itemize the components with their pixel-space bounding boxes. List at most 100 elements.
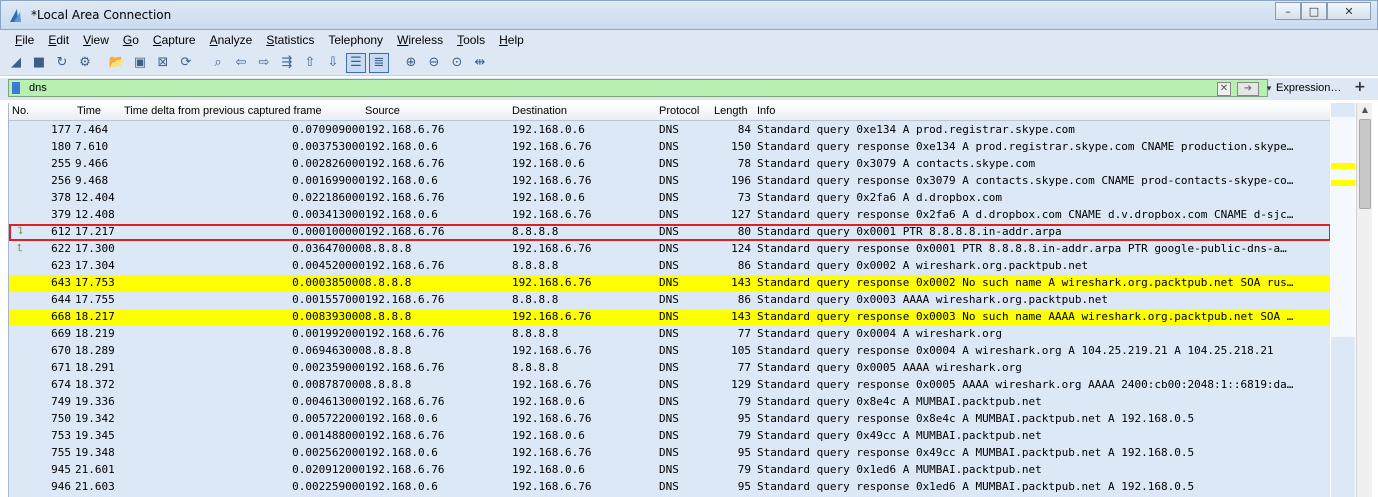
packet-row[interactable]: 177 7.464 0.070909000 192.168.6.76 192.168.0… bbox=[9, 122, 1330, 139]
packet-row[interactable]: 379 12.408 0.003413000 192.168.0.6 192.168.6… bbox=[9, 207, 1330, 224]
packet-row[interactable]: 753 19.345 0.001488000 192.168.6.76 192.168.… bbox=[9, 428, 1330, 445]
close-button[interactable]: ✕ bbox=[1327, 2, 1371, 20]
packet-cell-len: 79 bbox=[737, 463, 751, 476]
scroll-up-icon[interactable]: ▲ bbox=[1357, 103, 1373, 117]
menu-edit[interactable]: Edit bbox=[41, 30, 76, 50]
packet-row[interactable]: 671 18.291 0.002359000 192.168.6.76 8.8.8.8 D… bbox=[9, 360, 1330, 377]
reload-icon[interactable]: ⟳ bbox=[176, 53, 196, 73]
packet-cell-info: Standard query 0x49cc A MUMBAI.packtpub.… bbox=[757, 429, 1042, 442]
menu-view[interactable]: View bbox=[76, 30, 116, 50]
packet-row[interactable]: 644 17.755 0.001557000 192.168.6.76 8.8.8.8 D… bbox=[9, 292, 1330, 309]
go-back-icon[interactable]: ⇦ bbox=[231, 53, 251, 73]
packet-list[interactable]: No. Time Time delta from previous captur… bbox=[8, 103, 1330, 497]
packet-cell-delta: 0.002826000 bbox=[292, 157, 365, 170]
options-gear-icon[interactable]: ⚙ bbox=[75, 53, 95, 73]
packet-cell-dst: 192.168.6.76 bbox=[512, 310, 592, 323]
resize-columns-icon[interactable]: ⇹ bbox=[470, 53, 490, 73]
menu-label: ile bbox=[22, 33, 35, 47]
packet-row-selected[interactable]: 612 17.217 0.000100000 192.168.6.76 8.8.8.8 D… bbox=[9, 224, 1330, 241]
packet-row[interactable]: 622 17.300 0.036470000 8.8.8.8 192.168.6.76 D… bbox=[9, 241, 1330, 258]
packet-row[interactable]: 256 9.468 0.001699000 192.168.0.6 192.168.6.… bbox=[9, 173, 1330, 190]
menu-wireless[interactable]: Wireless bbox=[390, 30, 450, 50]
menu-statistics[interactable]: Statistics bbox=[259, 30, 321, 50]
packet-cell-len: 105 bbox=[731, 344, 751, 357]
menu-analyze[interactable]: Analyze bbox=[203, 30, 260, 50]
open-file-icon[interactable]: 📂 bbox=[107, 53, 127, 73]
menu-file[interactable]: File bbox=[8, 30, 41, 50]
menu-capture[interactable]: Capture bbox=[146, 30, 203, 50]
packet-row[interactable]: 668 18.217 0.008393000 8.8.8.8 192.168.6.76 D… bbox=[9, 309, 1330, 326]
expression-button[interactable]: Expression… bbox=[1276, 82, 1341, 94]
packet-cell-delta: 0.008787000 bbox=[292, 378, 365, 391]
find-icon[interactable]: ⌕ bbox=[208, 53, 228, 73]
stop-icon[interactable]: ■ bbox=[29, 53, 49, 73]
packet-row[interactable]: 670 18.289 0.069463000 8.8.8.8 192.168.6.76 D… bbox=[9, 343, 1330, 360]
filter-history-chevron-down-icon[interactable]: ▾ bbox=[1263, 82, 1275, 96]
scroll-thumb[interactable] bbox=[1359, 119, 1371, 209]
packet-row[interactable]: 378 12.404 0.022186000 192.168.6.76 192.168.… bbox=[9, 190, 1330, 207]
zoom-normal-icon[interactable]: ⊙ bbox=[447, 53, 467, 73]
packet-row[interactable]: 643 17.753 0.000385000 8.8.8.8 192.168.6.76 D… bbox=[9, 275, 1330, 292]
go-forward-icon[interactable]: ⇨ bbox=[254, 53, 274, 73]
column-header-time[interactable]: Time bbox=[77, 105, 101, 117]
clear-filter-icon[interactable]: ✕ bbox=[1217, 82, 1231, 96]
save-file-icon[interactable]: ▣ bbox=[130, 53, 150, 73]
packet-cell-proto: DNS bbox=[659, 361, 679, 374]
apply-filter-icon[interactable]: ➜ bbox=[1237, 82, 1259, 96]
go-last-icon[interactable]: ⇩ bbox=[323, 53, 343, 73]
packet-cell-proto: DNS bbox=[659, 157, 679, 170]
packet-cell-src: 8.8.8.8 bbox=[365, 344, 412, 357]
packet-cell-src: 192.168.6.76 bbox=[365, 327, 445, 340]
menu-accelerator: H bbox=[499, 33, 508, 47]
packet-row[interactable]: 945 21.601 0.020912000 192.168.6.76 192.168.… bbox=[9, 462, 1330, 479]
menu-help[interactable]: Help bbox=[492, 30, 531, 50]
menu-go[interactable]: Go bbox=[116, 30, 146, 50]
add-filter-button[interactable]: + bbox=[1354, 79, 1366, 95]
packet-cell-len: 78 bbox=[737, 157, 751, 170]
column-header-destination[interactable]: Destination bbox=[512, 105, 567, 117]
zoom-in-icon[interactable]: ⊕ bbox=[401, 53, 421, 73]
packet-cell-info: Standard query 0x0002 A wireshark.org.pa… bbox=[757, 259, 1089, 272]
packet-cell-time: 18.219 bbox=[75, 327, 115, 340]
packet-row[interactable]: 180 7.610 0.003753000 192.168.0.6 192.168.6.… bbox=[9, 139, 1330, 156]
display-filter-input[interactable]: dns ✕ ➜ ▾ bbox=[8, 79, 1271, 97]
packet-row[interactable]: 750 19.342 0.005722000 192.168.0.6 192.168.6… bbox=[9, 411, 1330, 428]
packet-row[interactable]: 669 18.219 0.001992000 192.168.6.76 8.8.8.8 D… bbox=[9, 326, 1330, 343]
menu-tools[interactable]: Tools bbox=[450, 30, 492, 50]
packet-row[interactable]: 623 17.304 0.004520000 192.168.6.76 8.8.8.8 D… bbox=[9, 258, 1330, 275]
packet-cell-time: 12.408 bbox=[75, 208, 115, 221]
menu-telephony[interactable]: Telephony bbox=[321, 30, 390, 50]
packet-cell-proto: DNS bbox=[659, 480, 679, 493]
packet-cell-info: Standard query response 0x3079 A contact… bbox=[757, 174, 1294, 187]
go-first-icon[interactable]: ⇧ bbox=[300, 53, 320, 73]
column-header-no[interactable]: No. bbox=[12, 105, 29, 117]
close-file-icon[interactable]: ⊠ bbox=[153, 53, 173, 73]
column-header-delta[interactable]: Time delta from previous captured frame bbox=[124, 105, 322, 117]
packet-row[interactable]: 755 19.348 0.002562000 192.168.0.6 192.168.6… bbox=[9, 445, 1330, 462]
column-header-length[interactable]: Length bbox=[714, 105, 748, 117]
vertical-scrollbar[interactable]: ▲ bbox=[1356, 103, 1372, 497]
minimize-button[interactable]: – bbox=[1275, 2, 1301, 20]
packet-minimap[interactable] bbox=[1331, 103, 1355, 497]
column-header-protocol[interactable]: Protocol bbox=[659, 105, 699, 117]
packet-row[interactable]: 674 18.372 0.008787000 8.8.8.8 192.168.6.76 D… bbox=[9, 377, 1330, 394]
packet-cell-no: 379 bbox=[51, 208, 71, 221]
restart-icon[interactable]: ↻ bbox=[52, 53, 72, 73]
autoscroll-icon[interactable]: ☰ bbox=[346, 52, 366, 73]
go-to-packet-icon[interactable]: ⇶ bbox=[277, 53, 297, 73]
packet-cell-len: 79 bbox=[737, 395, 751, 408]
packet-row[interactable]: 749 19.336 0.004613000 192.168.6.76 192.168.… bbox=[9, 394, 1330, 411]
packet-row[interactable]: 946 21.603 0.002259000 192.168.0.6 192.168.6… bbox=[9, 479, 1330, 496]
column-header-source[interactable]: Source bbox=[365, 105, 400, 117]
colorize-icon[interactable]: ≣ bbox=[369, 52, 389, 73]
packet-cell-dst: 192.168.0.6 bbox=[512, 463, 585, 476]
packet-cell-src: 192.168.0.6 bbox=[365, 140, 438, 153]
zoom-out-icon[interactable]: ⊖ bbox=[424, 53, 444, 73]
shark-fin-icon[interactable]: ◢ bbox=[6, 53, 26, 73]
filter-bookmark-icon[interactable] bbox=[12, 82, 20, 94]
packet-row[interactable]: 255 9.466 0.002826000 192.168.6.76 192.168.0… bbox=[9, 156, 1330, 173]
column-header-info[interactable]: Info bbox=[757, 105, 775, 117]
packet-cell-len: 84 bbox=[737, 123, 751, 136]
maximize-button[interactable]: □ bbox=[1301, 2, 1327, 20]
packet-cell-time: 17.217 bbox=[75, 225, 115, 238]
